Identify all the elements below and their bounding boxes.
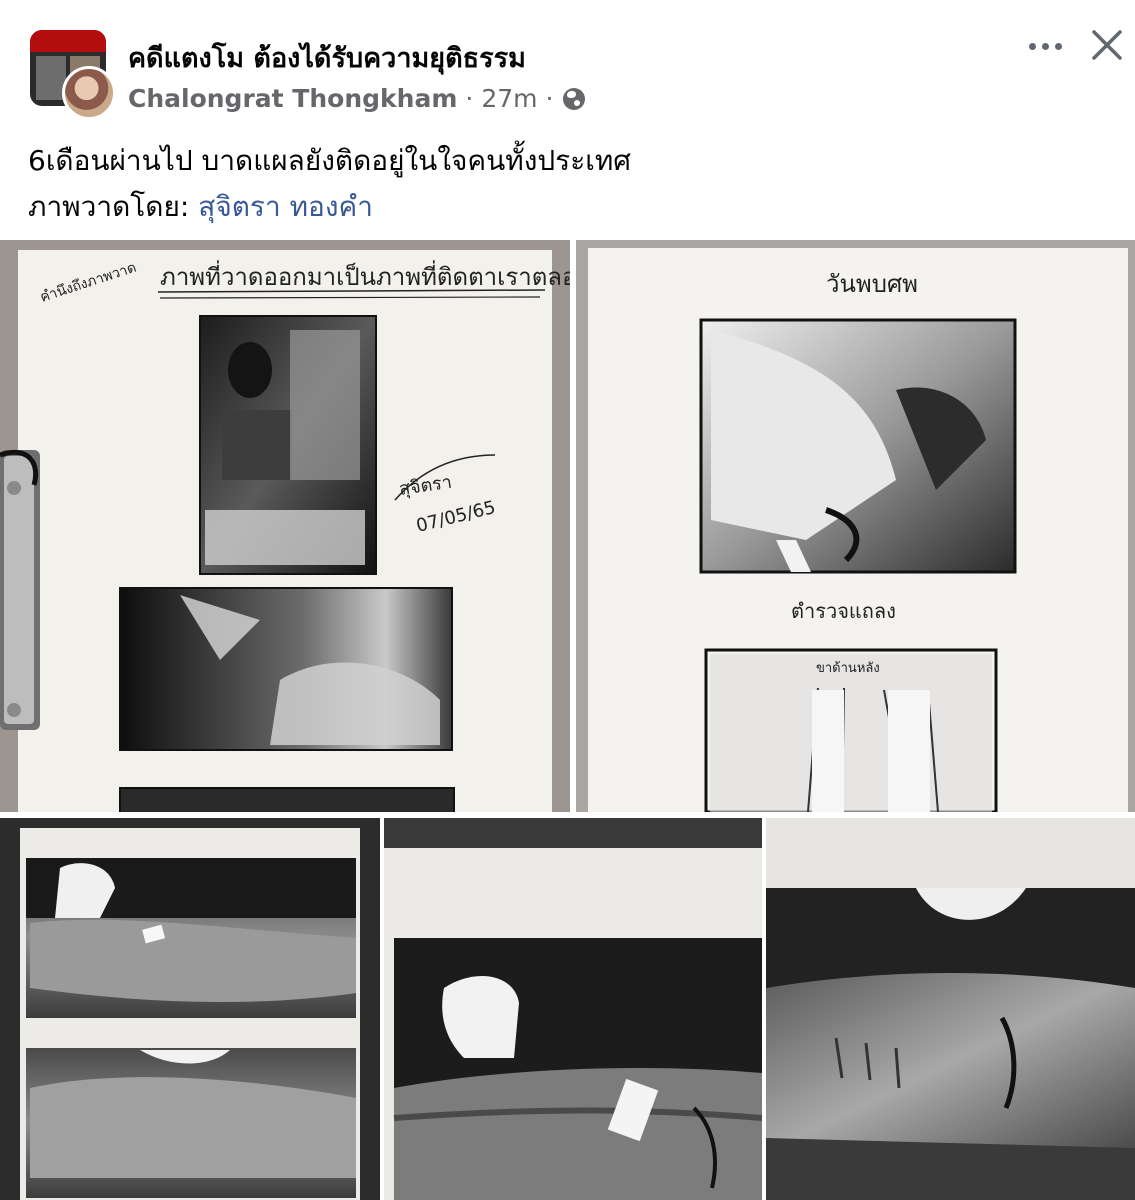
post-text: 6เดือนผ่านไป บาดแผลยังติดอยู่ในใจคนทั้งป… bbox=[28, 138, 631, 230]
sketch-heading: ภาพที่วาดออกมาเป็นภาพที่ติดตาเราตลอด bbox=[160, 260, 570, 291]
meta-separator: · bbox=[465, 84, 474, 113]
photo-5[interactable] bbox=[766, 818, 1135, 1200]
author-name-link[interactable]: Chalongrat Thongkham bbox=[128, 84, 457, 113]
sketch-closeup-image bbox=[0, 818, 380, 1200]
meta-separator: · bbox=[545, 84, 554, 113]
photo-2[interactable]: วันพบศพ ตำรวจแถลง ขาด้านหลัง bbox=[576, 240, 1135, 812]
author-avatar[interactable] bbox=[62, 66, 116, 120]
post-header: คดีแตงโม ต้องได้รับความยุติธรรม Chalongr… bbox=[0, 0, 1135, 125]
photo-3[interactable] bbox=[0, 818, 380, 1200]
sketch-page-image: วันพบศพ ตำรวจแถลง ขาด้านหลัง bbox=[576, 240, 1135, 812]
post-timestamp[interactable]: 27m bbox=[481, 84, 537, 113]
sketch-subheading: ตำรวจแถลง bbox=[791, 599, 896, 623]
credit-label: ภาพวาดโดย: bbox=[28, 190, 199, 223]
group-name-link[interactable]: คดีแตงโม ต้องได้รับความยุติธรรม bbox=[128, 36, 526, 79]
group-avatar-banner bbox=[30, 30, 106, 52]
post-text-line: 6เดือนผ่านไป บาดแผลยังติดอยู่ในใจคนทั้งป… bbox=[28, 144, 632, 177]
credit-name-link[interactable]: สุจิตรา ทองคำ bbox=[198, 190, 373, 223]
sketch-closeup-image bbox=[384, 818, 762, 1200]
photo-grid: ภาพที่วาดออกมาเป็นภาพที่ติดตาเราตลอด คำน… bbox=[0, 240, 1135, 1200]
close-icon[interactable] bbox=[1086, 24, 1128, 66]
more-options-icon[interactable] bbox=[1022, 26, 1068, 66]
sketch-closeup-image bbox=[766, 818, 1135, 1200]
sketch-panel-label: ขาด้านหลัง bbox=[816, 661, 880, 676]
post-credit-line: ภาพวาดโดย: สุจิตรา ทองคำ bbox=[28, 184, 631, 230]
post-meta: Chalongrat Thongkham · 27m · bbox=[128, 84, 586, 113]
photo-1[interactable]: ภาพที่วาดออกมาเป็นภาพที่ติดตาเราตลอด คำน… bbox=[0, 240, 570, 812]
globe-icon[interactable] bbox=[563, 87, 586, 110]
sketch-page-image: ภาพที่วาดออกมาเป็นภาพที่ติดตาเราตลอด คำน… bbox=[0, 240, 570, 812]
sketch-heading: วันพบศพ bbox=[826, 270, 918, 298]
photo-4[interactable] bbox=[384, 818, 762, 1200]
